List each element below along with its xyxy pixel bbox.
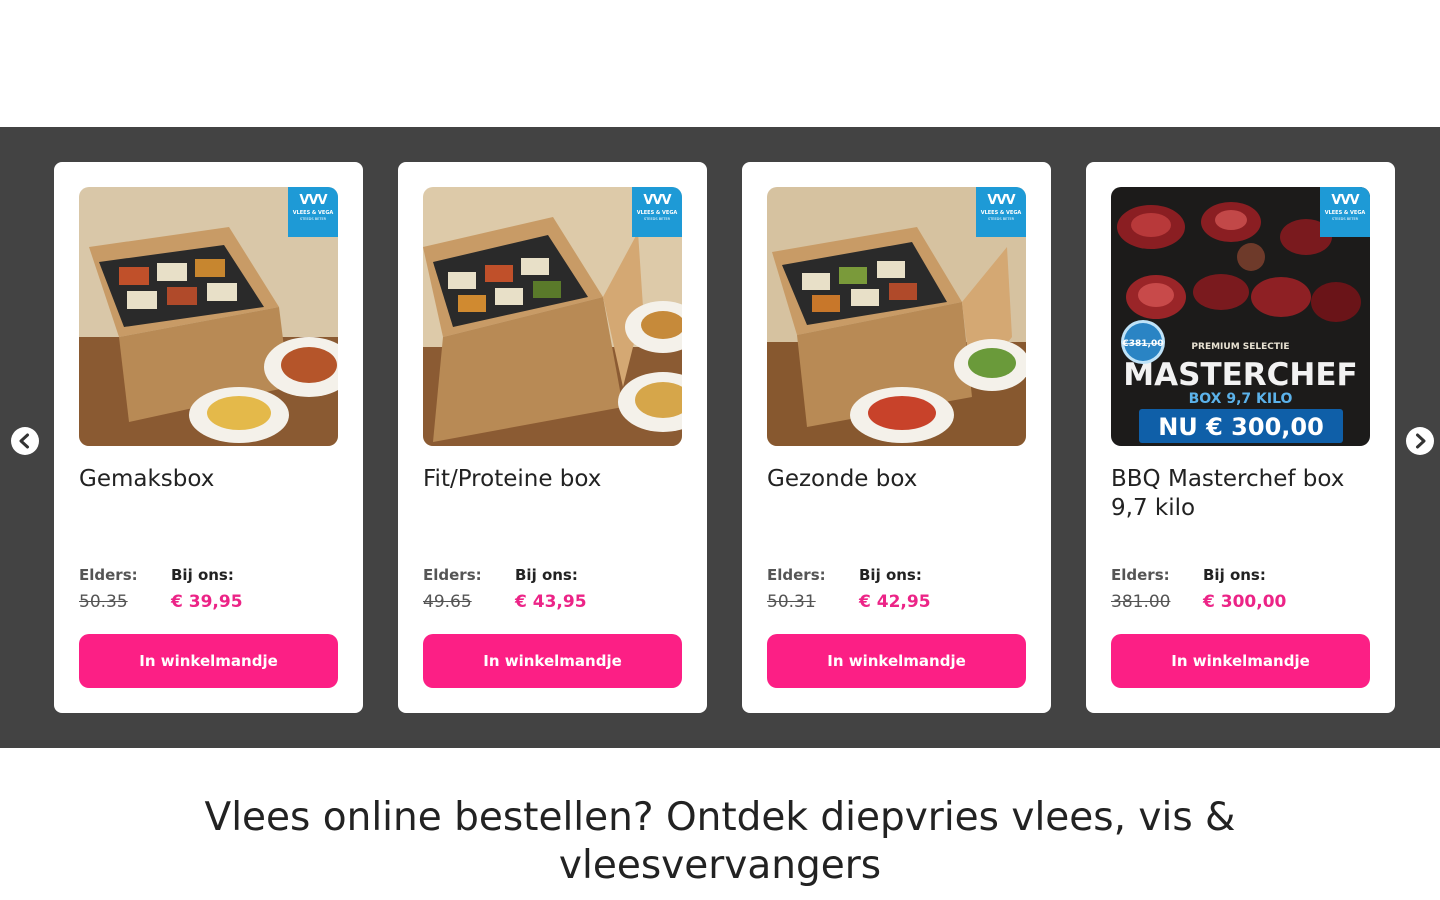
our-price: € 300,00 — [1203, 592, 1287, 612]
brand-logo-badge: VVV VLEES & VEGA STEEDS BETER — [632, 187, 682, 237]
our-price: € 39,95 — [171, 592, 243, 612]
elders-price: 49.65 — [423, 592, 472, 612]
promo-now-text: NU € 300,00 — [1158, 413, 1324, 441]
add-to-cart-button[interactable]: In winkelmandje — [767, 634, 1026, 688]
product-image[interactable]: VVV VLEES & VEGA STEEDS BETER — [423, 187, 682, 446]
product-card: VVV VLEES & VEGA STEEDS BETER Fit/Protei… — [398, 162, 707, 713]
our-price-label: Bij ons: — [515, 566, 578, 584]
product-card: VVV VLEES & VEGA STEEDS BETER Gemaksbox … — [54, 162, 363, 713]
our-price-label: Bij ons: — [859, 566, 922, 584]
brand-logo-badge: VVV VLEES & VEGA STEEDS BETER — [288, 187, 338, 237]
our-price-block: Bij ons: € 300,00 — [1203, 566, 1286, 612]
elders-price-block: Elders: 49.65 — [423, 566, 482, 612]
brand-logo-badge: VVV VLEES & VEGA STEEDS BETER — [976, 187, 1026, 237]
add-to-cart-button[interactable]: In winkelmandje — [79, 634, 338, 688]
elders-price: 381.00 — [1111, 592, 1171, 612]
promo-old-price: €381,00 — [1122, 339, 1164, 349]
our-price-block: Bij ons: € 43,95 — [515, 566, 587, 612]
product-title[interactable]: Fit/Proteine box — [423, 465, 685, 494]
chevron-right-icon — [1407, 428, 1433, 454]
promo-title-text: MASTERCHEF — [1123, 357, 1357, 393]
product-image[interactable]: PREMIUM SELECTIE MASTERCHEF BOX 9,7 KILO… — [1111, 187, 1370, 446]
elders-price-block: Elders: 50.35 — [79, 566, 138, 612]
elders-price-block: Elders: 50.31 — [767, 566, 826, 612]
elders-price-block: Elders: 381.00 — [1111, 566, 1170, 612]
our-price: € 43,95 — [515, 592, 587, 612]
our-price-label: Bij ons: — [1203, 566, 1266, 584]
elders-price: 50.31 — [767, 592, 816, 612]
product-card: PREMIUM SELECTIE MASTERCHEF BOX 9,7 KILO… — [1086, 162, 1395, 713]
product-title[interactable]: Gemaksbox — [79, 465, 341, 494]
page-heading: Vlees online bestellen? Ontdek diepvries… — [204, 795, 1236, 888]
our-price: € 42,95 — [859, 592, 931, 612]
our-price-label: Bij ons: — [171, 566, 234, 584]
carousel-prev-button[interactable] — [11, 427, 39, 455]
product-image[interactable]: VVV VLEES & VEGA STEEDS BETER — [79, 187, 338, 446]
product-carousel: VVV VLEES & VEGA STEEDS BETER Gemaksbox … — [0, 127, 1440, 748]
elders-price: 50.35 — [79, 592, 128, 612]
our-price-block: Bij ons: € 42,95 — [859, 566, 931, 612]
elders-label: Elders: — [79, 566, 138, 584]
elders-label: Elders: — [423, 566, 482, 584]
promo-sub-text: BOX 9,7 KILO — [1189, 391, 1293, 407]
product-title[interactable]: BBQ Masterchef box 9,7 kilo — [1111, 465, 1373, 523]
product-card: VVV VLEES & VEGA STEEDS BETER Gezonde bo… — [742, 162, 1051, 713]
add-to-cart-button[interactable]: In winkelmandje — [423, 634, 682, 688]
our-price-block: Bij ons: € 39,95 — [171, 566, 243, 612]
product-title[interactable]: Gezonde box — [767, 465, 1029, 494]
add-to-cart-button[interactable]: In winkelmandje — [1111, 634, 1370, 688]
promo-top-text: PREMIUM SELECTIE — [1191, 342, 1289, 352]
chevron-left-icon — [12, 428, 38, 454]
carousel-next-button[interactable] — [1406, 427, 1434, 455]
elders-label: Elders: — [1111, 566, 1170, 584]
brand-logo-badge: VVV VLEES & VEGA STEEDS BETER — [1320, 187, 1370, 237]
elders-label: Elders: — [767, 566, 826, 584]
product-image[interactable]: VVV VLEES & VEGA STEEDS BETER — [767, 187, 1026, 446]
